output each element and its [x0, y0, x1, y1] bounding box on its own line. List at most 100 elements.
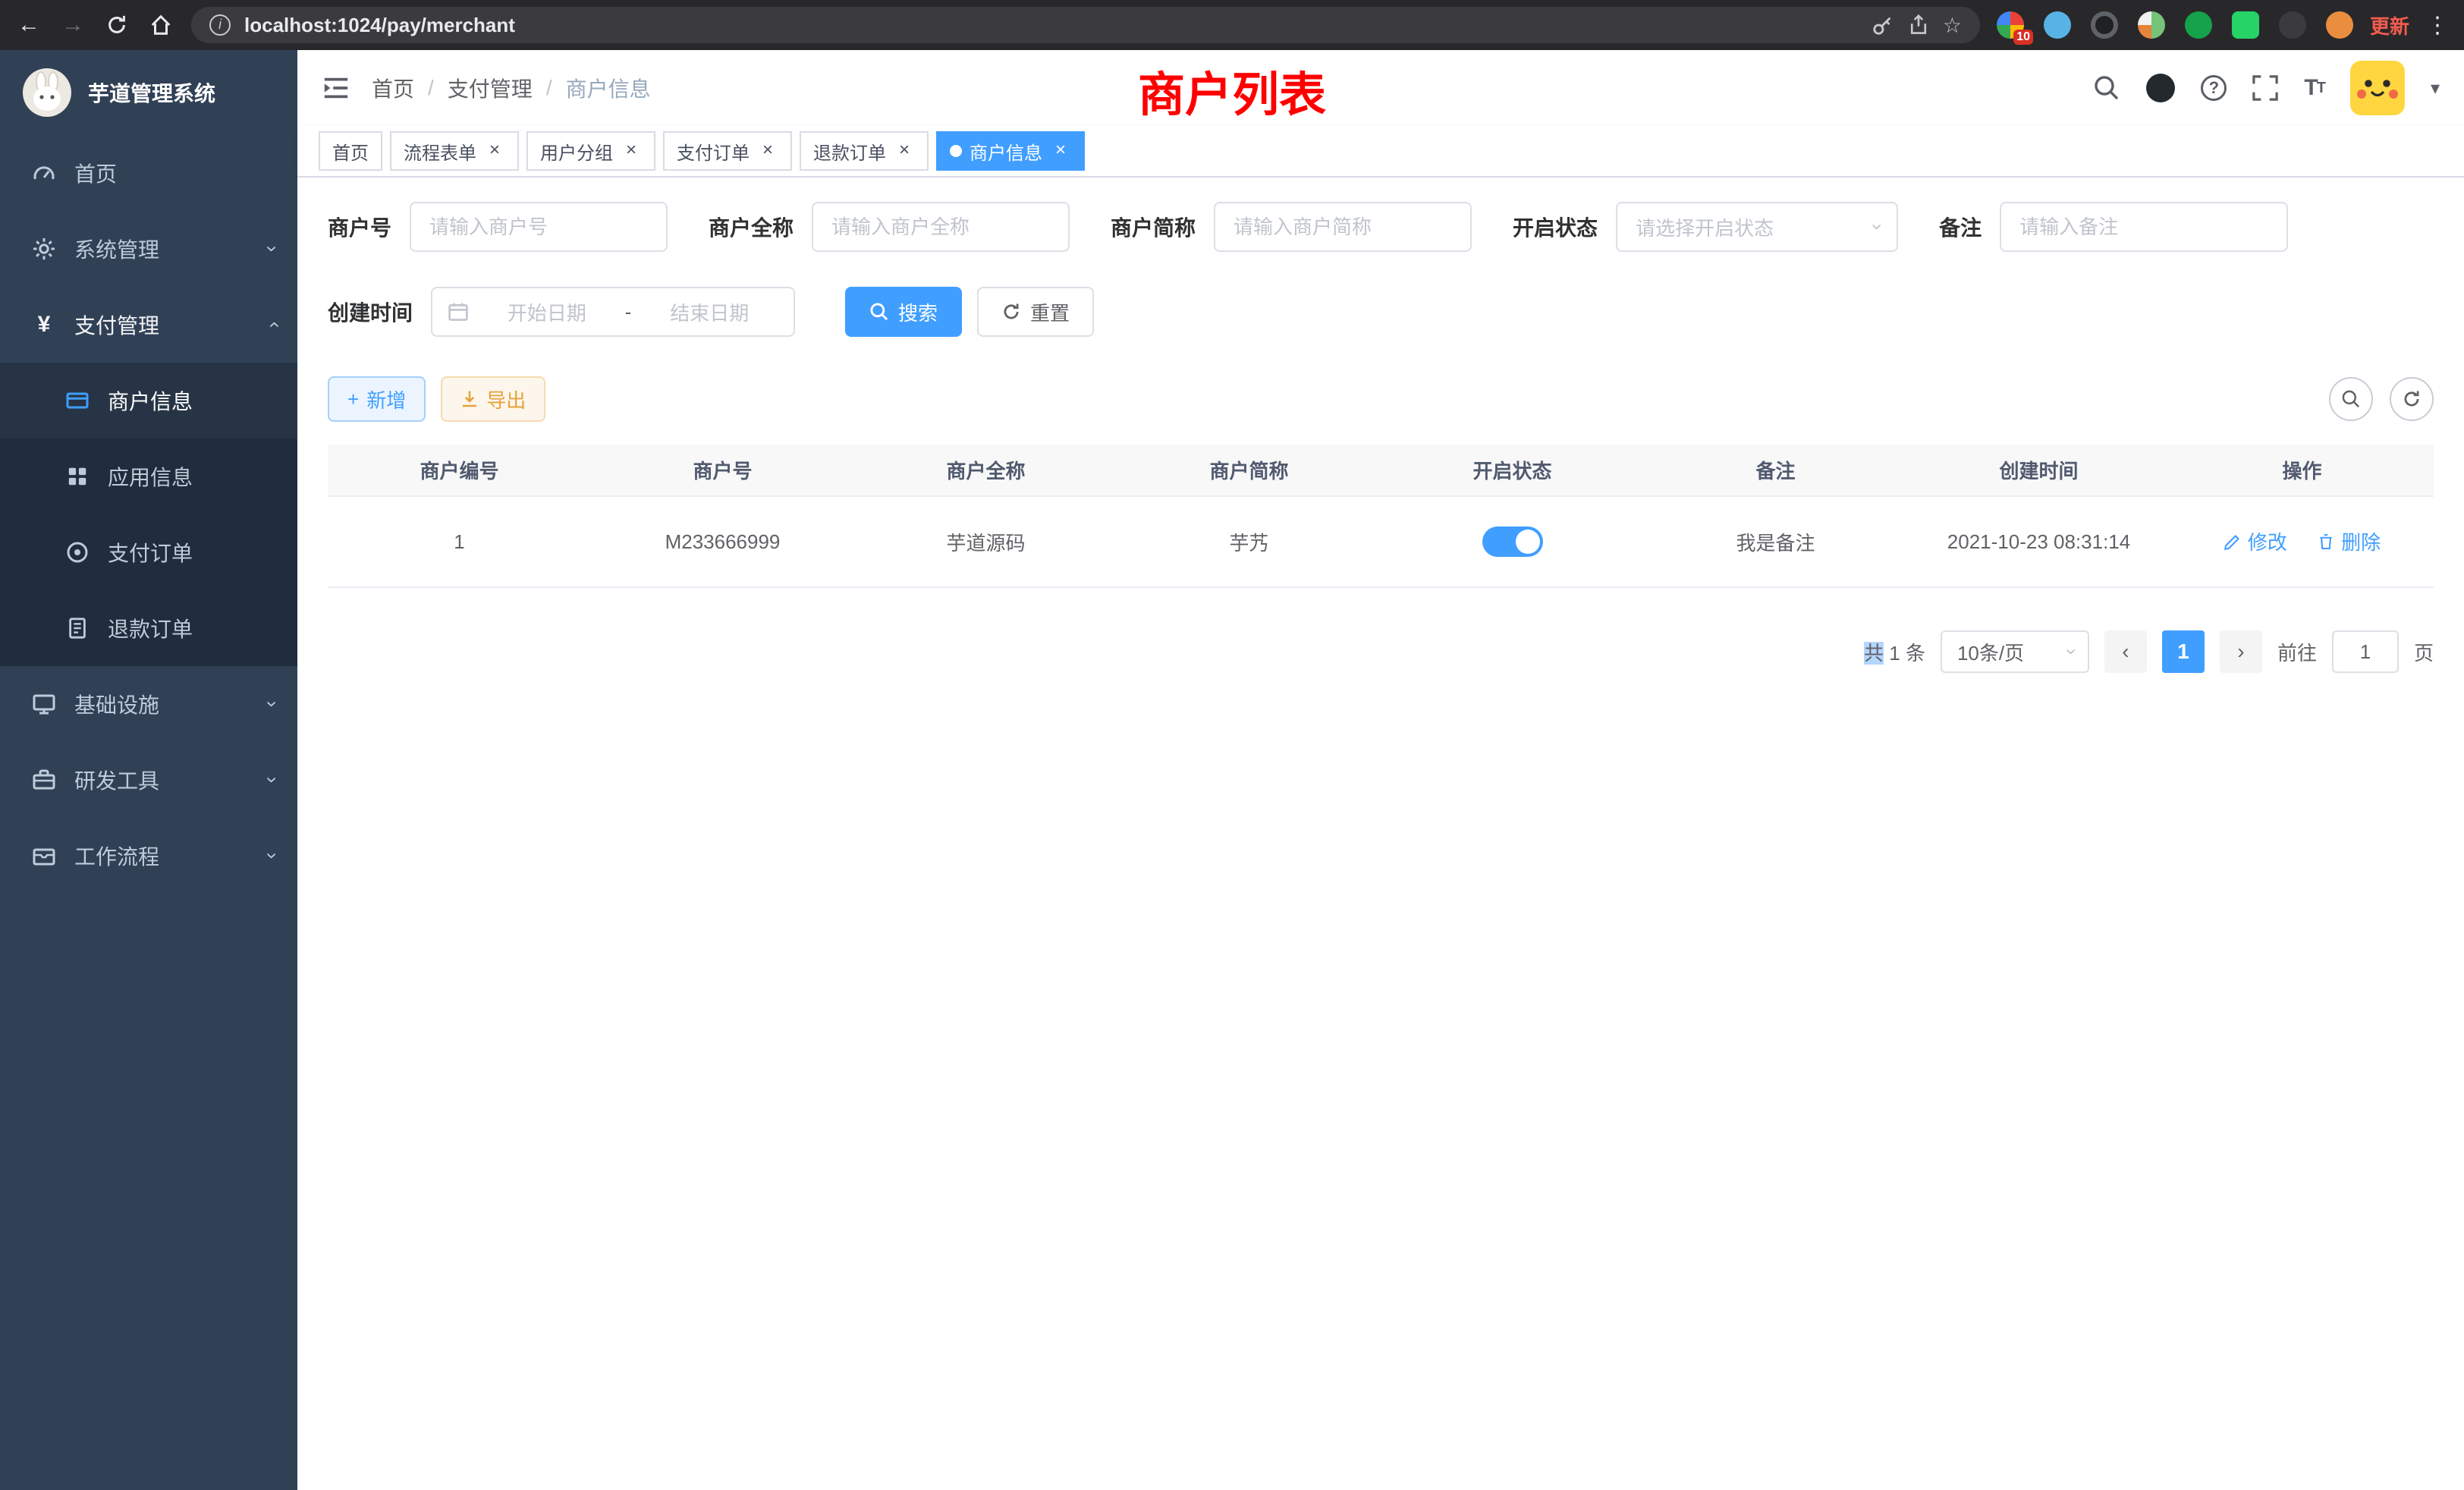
github-icon[interactable] [2146, 74, 2175, 102]
sidebar-item-system[interactable]: 系统管理 › [0, 211, 297, 287]
help-icon[interactable]: ? [2201, 75, 2227, 101]
prev-page-button[interactable]: ‹ [2104, 630, 2147, 673]
sidebar-item-payment[interactable]: ¥ 支付管理 › [0, 287, 297, 363]
browser-menu-icon[interactable]: ⋮ [2426, 12, 2449, 39]
page-size-value: 10条/页 [1957, 638, 2024, 666]
column-header: 商户号 [591, 445, 854, 496]
extension-icon[interactable] [2232, 11, 2259, 39]
breadcrumb: 首页 / 支付管理 / 商户信息 [372, 73, 651, 103]
font-size-icon[interactable]: TT [2304, 75, 2324, 101]
close-icon[interactable]: × [894, 140, 915, 162]
extension-icon[interactable]: 10 [1997, 11, 2024, 39]
full-name-input[interactable] [812, 202, 1070, 252]
sidebar-item-app-info[interactable]: 应用信息 [0, 439, 297, 514]
column-header: 开启状态 [1381, 445, 1644, 496]
chevron-down-icon: › [2063, 649, 2082, 655]
next-page-button[interactable]: › [2220, 630, 2262, 673]
tab-label: 支付订单 [677, 138, 750, 165]
browser-home-button[interactable] [147, 14, 174, 36]
refresh-icon [2402, 389, 2422, 409]
reset-button[interactable]: 重置 [977, 287, 1094, 337]
short-name-label: 商户简称 [1111, 212, 1196, 242]
extension-icon[interactable] [2044, 11, 2071, 39]
url-bar[interactable]: i localhost:1024/pay/merchant ☆ [191, 7, 1980, 43]
refresh-table-button[interactable] [2390, 377, 2434, 421]
calendar-icon [448, 301, 469, 322]
sidebar-item-workflow[interactable]: 工作流程 › [0, 818, 297, 894]
breadcrumb-item[interactable]: 支付管理 [448, 73, 533, 103]
short-name-input[interactable] [1214, 202, 1472, 252]
browser-reload-button[interactable] [103, 14, 130, 36]
download-icon [460, 390, 479, 408]
extension-icon[interactable] [2185, 11, 2212, 39]
edit-button[interactable]: 修改 [2224, 527, 2287, 555]
user-avatar[interactable] [2350, 61, 2405, 115]
add-button[interactable]: + 新增 [328, 376, 426, 422]
gear-icon [30, 237, 58, 261]
sidebar-collapse-icon[interactable] [322, 74, 350, 102]
browser-back-button[interactable]: ← [15, 12, 42, 38]
extension-icon[interactable] [2326, 11, 2353, 39]
search-icon [869, 302, 889, 322]
share-icon[interactable] [1908, 14, 1929, 36]
table-row: 1 M233666999 芋道源码 芋艿 我是备注 2021-10-23 08:… [328, 496, 2434, 587]
sidebar-item-infrastructure[interactable]: 基础设施 › [0, 666, 297, 742]
tab-refund-order[interactable]: 退款订单 × [800, 131, 929, 171]
reset-button-label: 重置 [1030, 298, 1070, 326]
export-button[interactable]: 导出 [441, 376, 545, 422]
plus-icon: + [347, 388, 359, 411]
goto-page-input[interactable] [2332, 630, 2399, 673]
chevron-down-icon: › [263, 701, 283, 708]
toolbox-icon [30, 768, 58, 792]
tab-pay-order[interactable]: 支付订单 × [663, 131, 792, 171]
end-date-placeholder: 结束日期 [640, 298, 778, 326]
bookmark-star-icon[interactable]: ☆ [1943, 13, 1962, 38]
tab-label: 首页 [332, 138, 369, 165]
page-1-button[interactable]: 1 [2162, 630, 2205, 673]
sidebar-item-merchant-info[interactable]: 商户信息 [0, 363, 297, 439]
extension-icon[interactable] [2138, 11, 2165, 39]
sidebar-item-pay-order[interactable]: 支付订单 [0, 514, 297, 590]
date-separator: - [625, 300, 632, 324]
app-logo[interactable]: 芋道管理系统 [0, 50, 297, 135]
close-icon[interactable]: × [757, 140, 778, 162]
tab-home[interactable]: 首页 [319, 131, 382, 171]
chevron-down-icon: › [263, 853, 283, 860]
extension-icon[interactable] [2279, 11, 2306, 39]
close-icon[interactable]: × [621, 140, 642, 162]
delete-button[interactable]: 删除 [2317, 527, 2381, 555]
site-info-icon[interactable]: i [209, 14, 231, 36]
add-button-label: 新增 [366, 385, 406, 413]
merchant-no-input[interactable] [410, 202, 668, 252]
tab-user-group[interactable]: 用户分组 × [526, 131, 655, 171]
page-size-select[interactable]: 10条/页 › [1941, 630, 2089, 673]
sidebar-item-refund-order[interactable]: 退款订单 [0, 590, 297, 666]
create-time-label: 创建时间 [328, 297, 413, 327]
remark-input[interactable] [2000, 202, 2288, 252]
sidebar-item-label: 退款订单 [108, 613, 193, 643]
breadcrumb-item[interactable]: 首页 [372, 73, 414, 103]
close-icon[interactable]: × [484, 140, 505, 162]
avatar-caret-icon[interactable]: ▾ [2431, 77, 2440, 99]
status-toggle[interactable] [1482, 527, 1543, 557]
sidebar-item-home[interactable]: 首页 [0, 135, 297, 211]
search-icon[interactable] [2093, 74, 2120, 102]
password-key-icon[interactable] [1872, 14, 1894, 36]
status-select[interactable]: 请选择开启状态 › [1616, 202, 1898, 252]
browser-update-button[interactable]: 更新 [2370, 11, 2409, 39]
table-toolbar: + 新增 导出 [328, 376, 2434, 422]
search-button[interactable]: 搜索 [845, 287, 962, 337]
browser-forward-button[interactable]: → [59, 12, 86, 38]
date-range-picker[interactable]: 开始日期 - 结束日期 [431, 287, 795, 337]
sidebar-item-dev-tools[interactable]: 研发工具 › [0, 742, 297, 818]
close-icon[interactable]: × [1050, 140, 1071, 162]
column-header: 商户全称 [854, 445, 1117, 496]
sidebar-item-label: 首页 [74, 158, 117, 188]
tab-process-form[interactable]: 流程表单 × [390, 131, 519, 171]
fullscreen-icon[interactable] [2252, 75, 2278, 101]
cell-remark: 我是备注 [1644, 496, 1907, 587]
extension-icon[interactable] [2091, 11, 2118, 39]
column-header: 备注 [1644, 445, 1907, 496]
toggle-search-button[interactable] [2329, 377, 2373, 421]
tab-merchant-info[interactable]: 商户信息 × [936, 131, 1085, 171]
